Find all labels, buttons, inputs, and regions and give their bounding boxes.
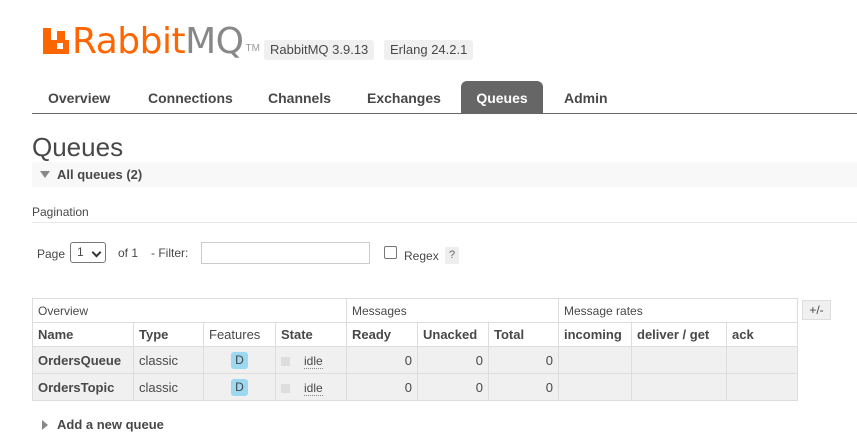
pagination-divider bbox=[32, 222, 857, 223]
pagination-label: Pagination bbox=[32, 205, 89, 219]
col-unacked-header[interactable]: Unacked bbox=[417, 322, 489, 347]
state-indicator-icon bbox=[281, 356, 290, 366]
rate-incoming bbox=[558, 373, 632, 401]
group-message-rates-header: Message rates bbox=[558, 298, 798, 323]
queue-state: idle bbox=[304, 353, 323, 369]
page-label: Page bbox=[37, 247, 66, 261]
durable-feature-badge: D bbox=[231, 351, 248, 369]
col-deliver-get-header[interactable]: deliver / get bbox=[631, 322, 727, 347]
queue-name-link[interactable]: OrdersTopic bbox=[32, 373, 134, 401]
col-name-header[interactable]: Name bbox=[32, 322, 134, 347]
col-state-header[interactable]: State bbox=[275, 322, 347, 347]
page-title: Queues bbox=[32, 132, 124, 162]
logo-tm-text: TM bbox=[245, 43, 260, 54]
tab-channels[interactable]: Channels bbox=[254, 81, 345, 113]
messages-total: 0 bbox=[488, 346, 559, 374]
filter-input[interactable] bbox=[201, 242, 370, 264]
messages-unacked: 0 bbox=[417, 346, 489, 374]
col-ack-header[interactable]: ack bbox=[726, 322, 798, 347]
tab-admin[interactable]: Admin bbox=[550, 81, 622, 113]
state-indicator-icon bbox=[281, 383, 290, 393]
tab-exchanges[interactable]: Exchanges bbox=[353, 81, 455, 113]
tab-queues[interactable]: Queues bbox=[461, 81, 543, 113]
all-queues-heading: All queues (2) bbox=[57, 167, 143, 182]
group-messages-header: Messages bbox=[346, 298, 559, 323]
messages-total: 0 bbox=[488, 373, 559, 401]
queues-table: Overview Messages Message rates Name Typ… bbox=[32, 298, 798, 401]
queue-type: classic bbox=[133, 373, 204, 401]
group-overview-header: Overview bbox=[32, 298, 347, 323]
messages-ready: 0 bbox=[346, 373, 418, 401]
queue-type: classic bbox=[133, 346, 204, 374]
rabbitmq-version-badge: RabbitMQ 3.9.13 bbox=[264, 40, 375, 60]
main-nav: Overview Connections Channels Exchanges … bbox=[32, 81, 857, 114]
logo-mq-text: MQ bbox=[185, 21, 244, 62]
table-row: OrdersQueue classic D idle 0 0 0 bbox=[32, 346, 798, 374]
rate-ack bbox=[726, 373, 798, 401]
collapse-triangle-icon bbox=[40, 171, 50, 178]
col-ready-header[interactable]: Ready bbox=[346, 322, 418, 347]
col-incoming-header[interactable]: incoming bbox=[558, 322, 632, 347]
table-row: OrdersTopic classic D idle 0 0 0 bbox=[32, 373, 798, 401]
page-select[interactable]: 1 bbox=[70, 242, 106, 263]
erlang-version-badge: Erlang 24.2.1 bbox=[384, 40, 474, 60]
queue-name-link[interactable]: OrdersQueue bbox=[32, 346, 134, 374]
expand-triangle-icon bbox=[42, 420, 48, 430]
logo-rabbit-text: Rabbit bbox=[72, 21, 186, 62]
rate-incoming bbox=[558, 346, 632, 374]
regex-help-button[interactable]: ? bbox=[445, 247, 459, 264]
rate-ack bbox=[726, 346, 798, 374]
messages-ready: 0 bbox=[346, 346, 418, 374]
rate-deliver-get bbox=[631, 373, 727, 401]
page-select-value: 1 bbox=[77, 245, 84, 259]
columns-toggle-button[interactable]: +/- bbox=[802, 300, 831, 320]
page-count-label: of 1 bbox=[118, 246, 139, 260]
regex-checkbox[interactable] bbox=[384, 246, 397, 259]
col-type-header[interactable]: Type bbox=[133, 322, 204, 347]
tab-connections[interactable]: Connections bbox=[134, 81, 247, 113]
messages-unacked: 0 bbox=[417, 373, 489, 401]
add-new-queue-toggle[interactable]: Add a new queue bbox=[57, 417, 164, 432]
all-queues-section-toggle[interactable]: All queues (2) bbox=[32, 162, 857, 187]
rate-deliver-get bbox=[631, 346, 727, 374]
durable-feature-badge: D bbox=[231, 378, 248, 396]
rabbit-logo-icon bbox=[43, 28, 69, 54]
filter-label: - Filter: bbox=[151, 246, 189, 260]
queue-state: idle bbox=[304, 380, 323, 396]
col-total-header[interactable]: Total bbox=[488, 322, 559, 347]
regex-label: Regex bbox=[404, 249, 439, 263]
chevron-down-icon bbox=[91, 247, 102, 258]
tab-overview[interactable]: Overview bbox=[34, 81, 124, 113]
rabbitmq-logo: Rabbit MQ TM bbox=[43, 20, 260, 60]
col-features-header: Features bbox=[203, 322, 276, 347]
